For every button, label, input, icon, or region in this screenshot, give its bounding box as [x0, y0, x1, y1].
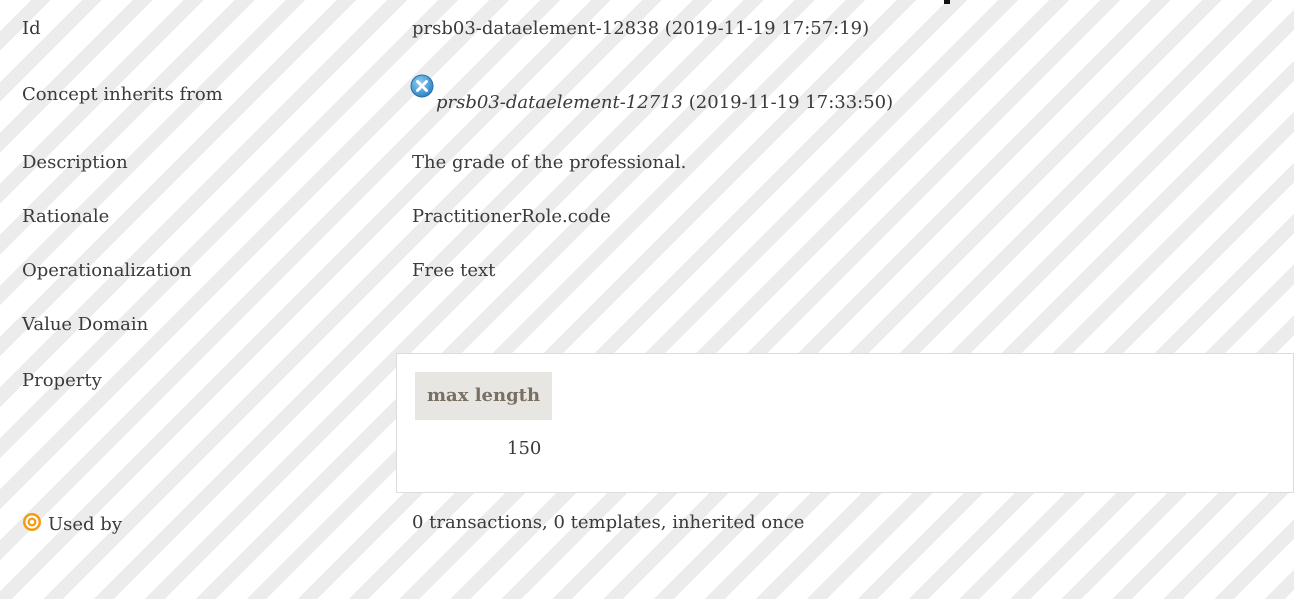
property-table: max length 150 [396, 353, 1294, 493]
inherits-link[interactable]: prsb03-dataelement-12713 [436, 92, 683, 113]
label-rationale: Rationale [22, 206, 110, 227]
value-operationalization: Free text [412, 260, 496, 281]
property-value-max-length: 150 [507, 438, 542, 459]
value-rationale: PractitionerRole.code [412, 206, 611, 227]
label-used-by-wrap: Used by [22, 512, 122, 535]
label-operationalization: Operationalization [22, 260, 192, 281]
top-edge-fragment [944, 0, 950, 4]
value-used-by: 0 transactions, 0 templates, inherited o… [412, 512, 805, 533]
label-property: Property [22, 370, 102, 391]
target-icon[interactable] [22, 512, 42, 532]
inherits-timestamp: (2019-11-19 17:33:50) [683, 92, 894, 113]
label-description: Description [22, 152, 128, 173]
value-id: prsb03-dataelement-12838 (2019-11-19 17:… [412, 18, 870, 39]
label-value-domain: Value Domain [22, 314, 149, 335]
label-concept-inherits: Concept inherits from [22, 84, 223, 105]
property-header-max-length: max length [415, 372, 553, 420]
label-used-by: Used by [48, 514, 122, 535]
value-concept-inherits: prsb03-dataelement-12713 (2019-11-19 17:… [410, 74, 894, 113]
label-id: Id [22, 18, 41, 39]
close-circle-icon[interactable] [410, 74, 434, 98]
value-description: The grade of the professional. [412, 152, 687, 173]
